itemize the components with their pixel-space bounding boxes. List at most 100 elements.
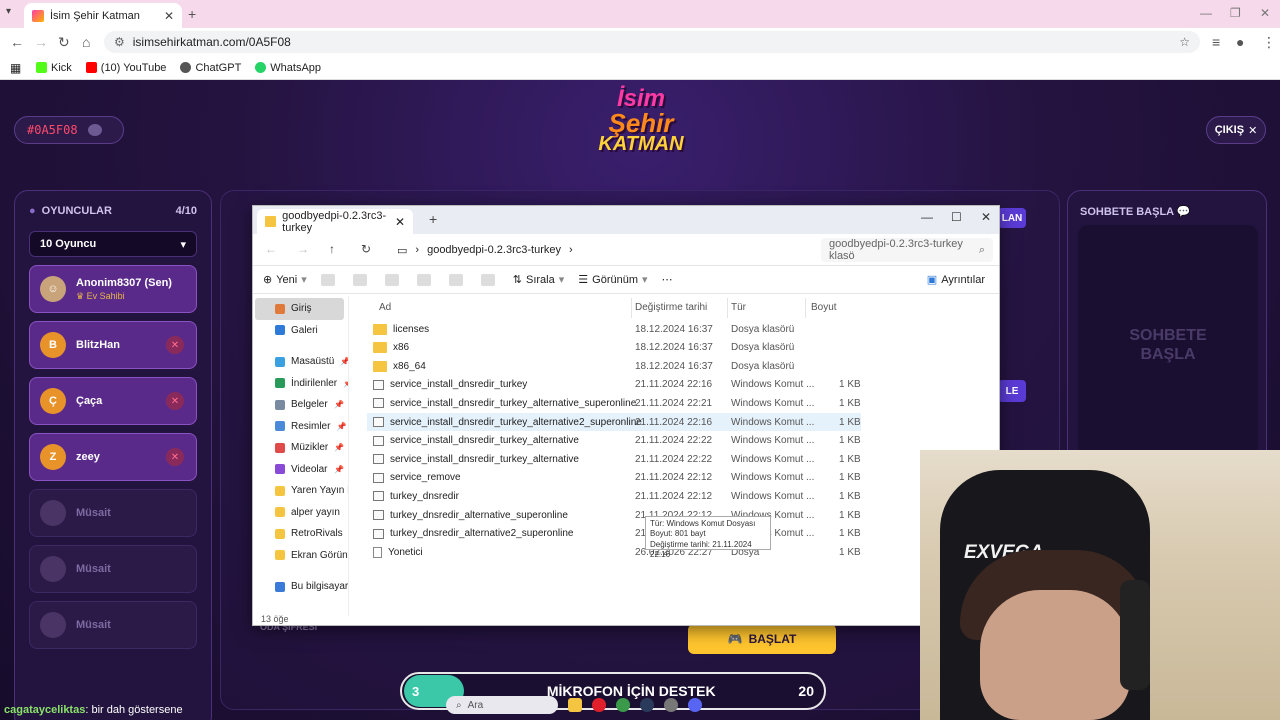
file-row[interactable]: service_remove 21.11.2024 22:12 Windows Ko…: [367, 469, 861, 487]
file-row[interactable]: service_install_dnsredir_turkey_alternat…: [367, 450, 861, 468]
bookmark-kick[interactable]: Kick: [36, 62, 72, 74]
sidebar-item[interactable]: Müzikler 📌: [253, 437, 348, 459]
file-row[interactable]: licenses 18.12.2024 16:37 Dosya klasörü: [367, 320, 861, 338]
file-row[interactable]: service_install_dnsredir_turkey_alternat…: [367, 394, 861, 412]
close-window-icon[interactable]: ✕: [981, 210, 991, 224]
sidebar-item[interactable]: İndirilenler 📌: [253, 373, 348, 395]
chrome-taskbar-icon[interactable]: [616, 698, 630, 712]
column-header-date[interactable]: Değiştirme tarihi: [635, 302, 707, 313]
file-row[interactable]: x86 18.12.2024 16:37 Dosya klasörü: [367, 339, 861, 357]
new-tab-icon[interactable]: +: [188, 6, 196, 22]
tab-search-icon[interactable]: ▾: [6, 6, 11, 17]
more-options-icon[interactable]: ⋯: [662, 273, 673, 286]
browser-tab[interactable]: İsim Şehir Katman ✕: [24, 3, 182, 28]
copy-icon[interactable]: [352, 273, 367, 286]
minimize-icon[interactable]: —: [1200, 6, 1212, 20]
new-button[interactable]: ⊕ Yeni ▾: [263, 273, 307, 287]
sort-button[interactable]: ⇅ Sırala ▾: [512, 273, 565, 287]
refresh-icon[interactable]: ↻: [361, 242, 371, 256]
cut-icon[interactable]: [320, 273, 335, 286]
bookmark-youtube[interactable]: (10) YouTube: [85, 62, 166, 74]
forward-icon[interactable]: →: [34, 34, 48, 50]
sidebar-item[interactable]: Masaüstü 📌: [253, 351, 348, 373]
sidebar-item[interactable]: RetroRivals: [253, 523, 348, 545]
column-header-size[interactable]: Boyut: [811, 302, 837, 313]
sidebar-item[interactable]: Yaren Yayın Kur: [253, 480, 348, 502]
file-row[interactable]: service_install_dnsredir_turkey_alternat…: [367, 413, 861, 431]
sidebar-item-icon: [275, 442, 285, 453]
back-icon[interactable]: ←: [265, 242, 277, 256]
explorer-search-input[interactable]: goodbyedpi-0.2.3rc3-turkey klasö ⌕: [821, 238, 993, 262]
site-info-icon[interactable]: ⚙: [114, 35, 125, 49]
file-row[interactable]: turkey_dnsredir_alternative2_superonline…: [367, 525, 861, 543]
player-count-select[interactable]: 10 Oyuncu ▾: [29, 231, 197, 257]
explorer-tab[interactable]: goodbyedpi-0.2.3rc3-turkey ✕: [257, 209, 413, 234]
maximize-icon[interactable]: ☐: [951, 210, 962, 224]
pill-mid[interactable]: LE: [998, 380, 1026, 402]
kick-player-button[interactable]: ✕: [166, 392, 184, 410]
rename-icon[interactable]: [416, 273, 431, 286]
up-icon[interactable]: ↑: [329, 242, 335, 256]
forward-icon[interactable]: →: [297, 242, 309, 256]
sidebar-item[interactable]: Bu bilgisayar: [253, 576, 348, 598]
file-row[interactable]: service_install_dnsredir_turkey_alternat…: [367, 432, 861, 450]
kick-player-button[interactable]: ✕: [166, 336, 184, 354]
explorer-taskbar-icon[interactable]: [568, 698, 582, 712]
sidebar-item[interactable]: Videolar 📌: [253, 459, 348, 481]
tab-close-icon[interactable]: ✕: [395, 215, 405, 229]
sidebar-item[interactable]: Giriş: [255, 298, 344, 320]
tab-close-icon[interactable]: ✕: [164, 9, 174, 23]
profile-avatar[interactable]: ●: [1236, 34, 1244, 50]
steam-taskbar-icon[interactable]: [640, 698, 654, 712]
opera-taskbar-icon[interactable]: [592, 698, 606, 712]
address-bar[interactable]: ⚙ isimsehirkatman.com/0A5F08 ☆: [104, 31, 1200, 53]
bookmark-star-icon[interactable]: ☆: [1179, 35, 1190, 49]
back-icon[interactable]: ←: [10, 34, 24, 50]
bookmark-chatgpt[interactable]: ChatGPT: [180, 62, 241, 74]
discord-taskbar-icon[interactable]: [688, 698, 702, 712]
stream-chat-line: cagatayceliktas: bir dah göstersene: [4, 704, 183, 716]
taskbar-search[interactable]: ⌕ Ara: [446, 696, 558, 714]
file-icon: [373, 546, 382, 558]
sidebar-item[interactable]: Belgeler 📌: [253, 394, 348, 416]
chevron-down-icon: ▾: [642, 274, 648, 286]
sidebar-item[interactable]: Galeri: [253, 320, 348, 342]
start-button[interactable]: 🎮 BAŞLAT: [688, 624, 836, 654]
delete-icon[interactable]: [480, 273, 495, 286]
paste-icon[interactable]: [384, 273, 399, 286]
explorer-address-bar[interactable]: ▭ › goodbyedpi-0.2.3rc3-turkey ›: [391, 238, 815, 262]
new-tab-icon[interactable]: +: [429, 211, 437, 227]
close-window-icon[interactable]: ✕: [1260, 6, 1270, 20]
empty-slot: Müsait: [29, 545, 197, 593]
reload-icon[interactable]: ↻: [58, 34, 70, 51]
sort-icon: ⇅: [512, 274, 522, 286]
pill-top[interactable]: LAN: [998, 208, 1026, 228]
bookmark-whatsapp[interactable]: WhatsApp: [255, 62, 321, 74]
home-icon[interactable]: ⌂: [82, 34, 90, 50]
file-row[interactable]: turkey_dnsredir 21.11.2024 22:12 Windows K…: [367, 487, 861, 505]
app-taskbar-icon[interactable]: [664, 698, 678, 712]
view-button[interactable]: ☰ Görünüm ▾: [578, 273, 648, 287]
maximize-icon[interactable]: ❐: [1230, 6, 1241, 20]
sidebar-item[interactable]: Resimler 📌: [253, 416, 348, 438]
file-row[interactable]: Yonetici 26.02.2026 22:27 Dosya 1 KB: [367, 543, 861, 561]
minimize-icon[interactable]: —: [921, 210, 933, 224]
empty-slot: Müsait: [29, 489, 197, 537]
file-row[interactable]: turkey_dnsredir_alternative_superonline 2…: [367, 506, 861, 524]
exit-button[interactable]: ÇIKIŞ ✕: [1206, 116, 1266, 144]
column-header-name[interactable]: Ad: [379, 302, 391, 313]
media-control-icon[interactable]: ≡: [1212, 34, 1220, 50]
kick-player-button[interactable]: ✕: [166, 448, 184, 466]
apps-grid-icon[interactable]: ▦: [10, 61, 21, 75]
share-icon[interactable]: [448, 273, 463, 286]
column-header-type[interactable]: Tür: [731, 302, 746, 313]
file-row[interactable]: x86_64 18.12.2024 16:37 Dosya klasörü: [367, 357, 861, 375]
details-button[interactable]: ▣ Ayrıntılar: [927, 273, 985, 287]
room-code-badge[interactable]: #0A5F08: [14, 116, 124, 144]
sidebar-item[interactable]: alper yayın: [253, 502, 348, 524]
browser-menu-icon[interactable]: ⋮: [1262, 34, 1276, 51]
eye-icon[interactable]: [87, 124, 102, 136]
sidebar-item[interactable]: Ekran Görüntüle: [253, 545, 348, 567]
file-row[interactable]: service_install_dnsredir_turkey 21.11.202…: [367, 376, 861, 394]
breadcrumb[interactable]: goodbyedpi-0.2.3rc3-turkey: [427, 244, 561, 256]
